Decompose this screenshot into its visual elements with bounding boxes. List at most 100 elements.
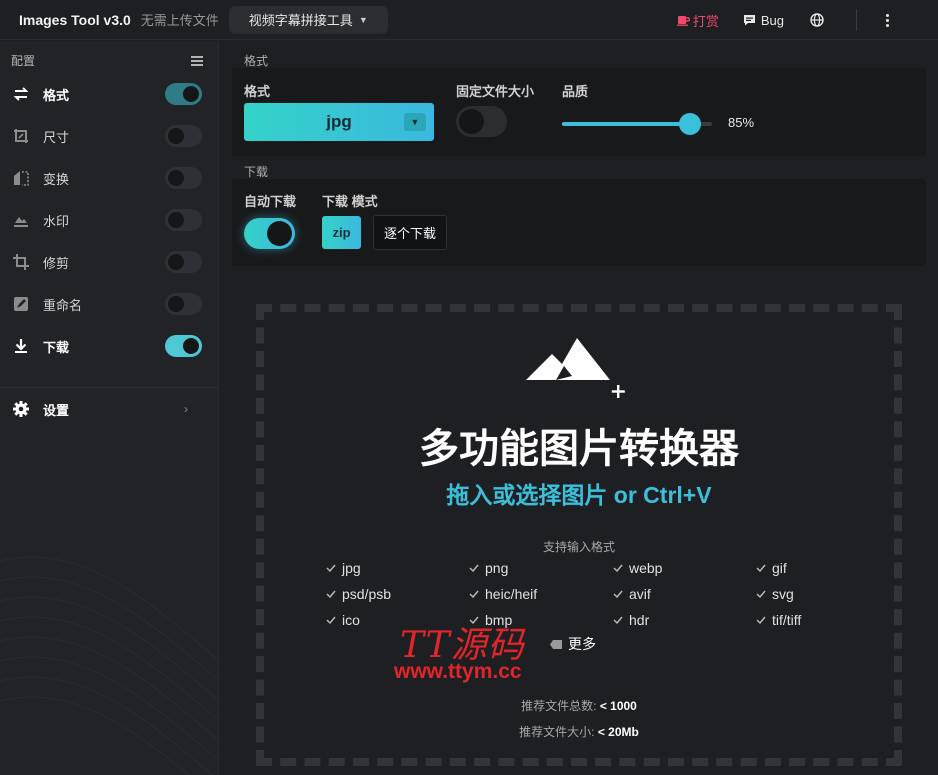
chevron-down-icon: ▼	[404, 113, 426, 131]
bug-report-button[interactable]: Bug	[743, 13, 784, 28]
auto-download-label: 自动下载	[244, 194, 297, 209]
transform-toggle[interactable]	[165, 167, 202, 189]
rename-icon	[14, 297, 28, 311]
fixed-size-toggle[interactable]	[456, 106, 507, 137]
format-item: png	[469, 560, 508, 576]
supported-formats-title: 支持输入格式	[542, 540, 615, 554]
more-formats-link[interactable]: 更多	[550, 634, 596, 654]
format-item: tif/tiff	[756, 612, 801, 628]
recommended-count: 推荐文件总数: < 1000	[264, 697, 894, 714]
sidebar-item-label: 格式	[43, 87, 70, 103]
more-menu-icon[interactable]	[885, 13, 889, 27]
format-section-title: 格式	[244, 54, 269, 68]
check-icon	[326, 564, 336, 572]
sidebar-item-size[interactable]: 尺寸	[0, 115, 218, 157]
check-icon	[469, 590, 479, 598]
auto-download-toggle[interactable]	[244, 218, 295, 249]
format-panel: 格式 jpg ▼ 固定文件大小 品质 85%	[232, 68, 926, 156]
download-toggle[interactable]	[165, 335, 202, 357]
gear-icon	[13, 401, 29, 417]
sidebar-item-settings[interactable]: 设置 ›	[0, 388, 218, 430]
sidebar-item-label: 尺寸	[43, 129, 70, 145]
download-mode-zip-button[interactable]: zip	[322, 216, 361, 249]
format-item: jpg	[326, 560, 361, 576]
size-toggle[interactable]	[165, 125, 202, 147]
check-icon	[756, 564, 766, 572]
transform-icon	[14, 171, 29, 186]
sidebar-item-download[interactable]: 下载	[0, 325, 218, 367]
check-icon	[469, 564, 479, 572]
image-upload-icon	[526, 338, 625, 398]
format-item: ico	[326, 612, 360, 628]
tool-select-label: 视频字幕拼接工具	[248, 13, 353, 28]
bug-label: Bug	[760, 12, 784, 28]
format-select[interactable]: jpg ▼	[244, 103, 434, 141]
sidebar-item-label: 重命名	[43, 297, 83, 313]
check-icon	[613, 564, 623, 572]
download-mode-label: 下载 模式	[322, 194, 378, 209]
each-label: 逐个下载	[383, 226, 436, 241]
top-right-actions: 打赏 Bug	[676, 0, 938, 40]
download-section-title: 下载	[244, 165, 269, 179]
top-bar: Images Tool v3.0 无需上传文件 视频字幕拼接工具 ▼ 打赏 Bu…	[0, 0, 938, 40]
sidebar-item-label: 修剪	[43, 255, 70, 271]
recommended-size: 推荐文件大小: < 20Mb	[264, 723, 894, 740]
format-value: jpg	[326, 112, 352, 131]
sidebar-item-rename[interactable]: 重命名	[0, 283, 218, 325]
no-upload-note: 无需上传文件	[140, 13, 219, 28]
sidebar-item-transform[interactable]: 变换	[0, 157, 218, 199]
crop-toggle[interactable]	[165, 251, 202, 273]
check-icon	[756, 590, 766, 598]
crop-icon	[13, 254, 29, 270]
check-icon	[756, 616, 766, 624]
check-icon	[326, 616, 336, 624]
sidebar-item-format[interactable]: 格式	[0, 73, 218, 115]
menu-icon[interactable]	[191, 55, 203, 66]
watermark-toggle[interactable]	[165, 209, 202, 231]
download-panel: 自动下载 下载 模式 zip 逐个下载	[232, 179, 926, 266]
sidebar-item-crop[interactable]: 修剪	[0, 241, 218, 283]
sidebar-item-label: 下载	[43, 339, 70, 355]
rec-size-value: < 20Mb	[597, 725, 639, 739]
more-label: 更多	[568, 636, 596, 652]
format-item: gif	[756, 560, 787, 576]
hero-title: 多功能图片转换器	[419, 427, 739, 471]
rename-toggle[interactable]	[165, 293, 202, 315]
check-icon	[613, 616, 623, 624]
globe-icon[interactable]	[810, 13, 824, 27]
donate-button[interactable]: 打赏	[676, 11, 719, 30]
watermark-url: www.ttym.cc	[394, 660, 522, 683]
quality-slider[interactable]	[562, 113, 712, 135]
tool-select-dropdown[interactable]: 视频字幕拼接工具 ▼	[228, 5, 388, 34]
message-icon	[743, 15, 755, 26]
quality-label: 品质	[562, 84, 589, 99]
divider	[856, 9, 857, 31]
sidebar-item-label: 变换	[43, 171, 70, 187]
sidebar-header: 配置	[11, 52, 203, 69]
sidebar: 配置 格式 尺寸 变换 水印 修剪 重命名 下载 设置 ›	[0, 41, 219, 775]
quality-slider-thumb[interactable]	[679, 113, 701, 135]
format-item: avif	[613, 586, 651, 602]
quality-slider-fill	[562, 122, 690, 126]
format-item: webp	[613, 560, 662, 576]
download-icon	[15, 339, 27, 353]
check-icon	[326, 590, 336, 598]
sidebar-title: 配置	[11, 54, 36, 68]
sidebar-item-label: 设置	[43, 402, 70, 418]
drop-zone[interactable]: 多功能图片转换器 拖入或选择图片 or Ctrl+V 支持输入格式 jpg pn…	[256, 304, 902, 766]
rec-size-label: 推荐文件大小:	[519, 725, 595, 739]
sidebar-item-label: 水印	[43, 213, 70, 229]
format-item: hdr	[613, 612, 649, 628]
watermark-icon	[14, 217, 28, 227]
fixed-size-label: 固定文件大小	[456, 84, 535, 99]
check-icon	[613, 590, 623, 598]
sidebar-item-watermark[interactable]: 水印	[0, 199, 218, 241]
app-title: Images Tool v3.0	[19, 11, 131, 28]
download-mode-each-button[interactable]: 逐个下载	[373, 215, 447, 250]
rec-count-value: < 1000	[599, 699, 637, 713]
chevron-right-icon: ›	[184, 402, 188, 416]
rec-count-label: 推荐文件总数:	[521, 699, 597, 713]
coffee-icon	[676, 16, 690, 26]
format-item: heic/heif	[469, 586, 537, 602]
format-toggle[interactable]	[165, 83, 202, 105]
